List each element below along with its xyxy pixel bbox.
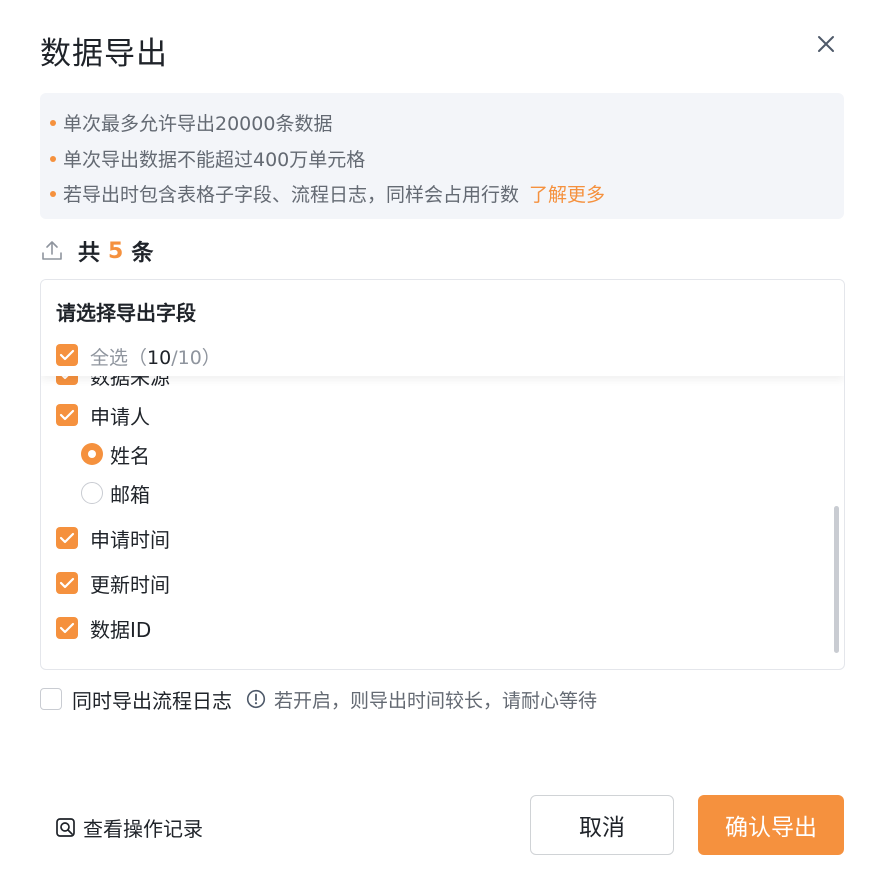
field-selector-title: 请选择导出字段 [56, 301, 196, 325]
radio-label-name: 姓名 [110, 444, 150, 468]
learn-more-link[interactable]: 了解更多 [529, 184, 605, 206]
notice-line: 单次导出数据不能超过400万单元格 [50, 145, 365, 172]
export-log-label[interactable]: 同时导出流程日志 [72, 685, 232, 714]
count-prefix: 共 [78, 241, 101, 266]
field-label-data-id: 数据ID [90, 618, 152, 642]
count-value: 5 [108, 238, 124, 264]
panel-scrollbar[interactable] [834, 506, 839, 653]
radio-name[interactable] [81, 443, 103, 465]
field-label-applicant: 申请人 [90, 405, 150, 429]
upload-icon [42, 241, 62, 260]
notice-box: 单次最多允许导出20000条数据 单次导出数据不能超过400万单元格 若导出时包… [40, 93, 844, 219]
notice-line: 若导出时包含表格子字段、流程日志，同样会占用行数 了解更多 [50, 180, 605, 207]
bullet-dot [50, 119, 56, 126]
notice-line: 单次最多允许导出20000条数据 [50, 109, 332, 136]
field-selector-header: 请选择导出字段 全选（10/10） [41, 280, 844, 376]
record-count: 共 5 条 [40, 236, 153, 266]
confirm-export-button[interactable]: 确认导出 [698, 795, 844, 855]
dialog-title: 数据导出 [40, 36, 168, 72]
select-all-label[interactable]: 全选（10/10） [90, 343, 221, 370]
bullet-dot [50, 190, 56, 197]
radio-email[interactable] [81, 482, 103, 504]
select-all-checkbox[interactable] [56, 344, 78, 366]
info-icon [246, 689, 266, 709]
radio-label-email: 邮箱 [110, 483, 150, 507]
cancel-button[interactable]: 取消 [530, 795, 674, 855]
field-checkbox-data-id[interactable] [56, 617, 78, 639]
bullet-dot [50, 155, 56, 162]
count-suffix: 条 [131, 241, 154, 266]
export-log-hint: 若开启，则导出时间较长，请耐心等待 [274, 689, 598, 712]
field-selector-panel: 请选择导出字段 全选（10/10） 数据来源 申请人 姓名 邮箱 申请时间 更新… [40, 279, 845, 670]
export-log-option: 同时导出流程日志 若开启，则导出时间较长，请耐心等待 [40, 685, 598, 714]
export-log-checkbox[interactable] [40, 688, 62, 710]
field-checkbox-applicant[interactable] [56, 404, 78, 426]
view-history-link[interactable]: 查看操作记录 [55, 813, 203, 842]
close-icon[interactable] [812, 30, 840, 58]
field-checkbox-apply-time[interactable] [56, 527, 78, 549]
field-checkbox-update-time[interactable] [56, 572, 78, 594]
field-label-apply-time: 申请时间 [90, 528, 170, 552]
search-record-icon [56, 817, 75, 837]
field-label-update-time: 更新时间 [90, 573, 170, 597]
view-history-label: 查看操作记录 [83, 817, 203, 841]
